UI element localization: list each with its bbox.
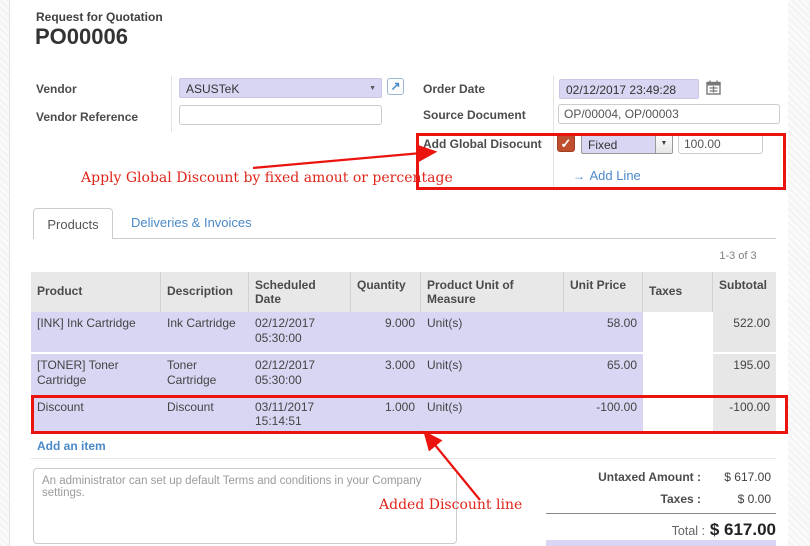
taxes-label: Taxes : <box>581 492 701 506</box>
cell-scheduled-date[interactable]: 02/12/2017 05:30:00 <box>249 354 351 396</box>
cell-unit-price[interactable]: 58.00 <box>564 312 643 352</box>
vendor-select[interactable]: ASUSTeK ▼ <box>179 78 382 98</box>
cell-product[interactable]: [TONER] Toner Cartridge <box>31 354 161 396</box>
cell-taxes[interactable] <box>643 354 713 396</box>
open-record-button[interactable]: ↗ <box>387 78 404 95</box>
cell-uom[interactable]: Unit(s) <box>421 398 564 431</box>
add-line-link[interactable]: → Add Line <box>573 167 641 185</box>
cell-description[interactable]: Discount <box>161 398 249 431</box>
tab-deliveries-invoices[interactable]: Deliveries & Invoices <box>131 215 252 230</box>
untaxed-amount-value: $ 617.00 <box>706 470 771 484</box>
tab-products-label: Products <box>47 217 98 232</box>
vendor-label: Vendor <box>36 82 77 96</box>
cell-scheduled-date[interactable]: 03/11/2017 15:14:51 <box>249 398 351 431</box>
cell-subtotal[interactable]: 195.00 <box>713 354 776 396</box>
cell-uom[interactable]: Unit(s) <box>421 312 564 352</box>
page-title: PO00006 <box>35 24 128 50</box>
col-scheduled-date[interactable]: Scheduled Date <box>249 272 351 312</box>
col-product[interactable]: Product <box>31 272 161 312</box>
document-type-label: Request for Quotation <box>36 10 163 24</box>
col-description[interactable]: Description <box>161 272 249 312</box>
col-unit-price[interactable]: Unit Price <box>564 272 643 312</box>
cell-taxes[interactable] <box>643 398 713 431</box>
table-row-discount[interactable]: Discount Discount 03/11/2017 15:14:51 1.… <box>31 398 776 431</box>
cutoff-highlight-strip <box>546 540 776 546</box>
table-row[interactable]: [INK] Ink Cartridge Ink Cartridge 02/12/… <box>31 312 776 352</box>
tab-bar-line <box>33 238 776 239</box>
col-uom[interactable]: Product Unit of Measure <box>421 272 564 312</box>
col-subtotal[interactable]: Subtotal <box>713 272 776 312</box>
global-discount-label: Add Global Disocunt <box>423 137 542 151</box>
calendar-icon[interactable] <box>706 80 721 100</box>
cell-product[interactable]: [INK] Ink Cartridge <box>31 312 161 352</box>
add-line-arrow-icon: → <box>573 169 585 183</box>
vendor-reference-label: Vendor Reference <box>36 110 138 124</box>
cell-subtotal[interactable]: -100.00 <box>713 398 776 431</box>
order-date-field[interactable]: 02/12/2017 23:49:28 <box>559 79 699 99</box>
source-document-label: Source Document <box>423 108 526 122</box>
add-line-label: Add Line <box>589 168 640 183</box>
cell-description[interactable]: Ink Cartridge <box>161 312 249 352</box>
discount-type-value: Fixed <box>588 138 617 152</box>
cell-subtotal[interactable]: 522.00 <box>713 312 776 352</box>
pager[interactable]: 1-3 of 3 <box>700 250 776 262</box>
annotation-text-discount-line: Added Discount line <box>379 497 522 513</box>
table-row[interactable]: [TONER] Toner Cartridge Toner Cartridge … <box>31 354 776 396</box>
table-body: [INK] Ink Cartridge Ink Cartridge 02/12/… <box>31 312 776 433</box>
cell-unit-price[interactable]: 65.00 <box>564 354 643 396</box>
cell-description[interactable]: Toner Cartridge <box>161 354 249 396</box>
global-discount-checkbox[interactable]: ✓ <box>557 134 575 152</box>
taxes-value: $ 0.00 <box>706 492 771 506</box>
col-taxes[interactable]: Taxes <box>643 272 713 312</box>
add-an-item-link[interactable]: Add an item <box>37 439 106 453</box>
cell-scheduled-date[interactable]: 02/12/2017 05:30:00 <box>249 312 351 352</box>
cell-quantity[interactable]: 1.000 <box>351 398 421 431</box>
terms-note-text: An administrator can set up default Term… <box>42 475 422 499</box>
list-bottom-border <box>31 458 776 459</box>
cell-product[interactable]: Discount <box>31 398 161 431</box>
cell-quantity[interactable]: 9.000 <box>351 312 421 352</box>
form-sheet: Request for Quotation PO00006 Vendor ASU… <box>9 0 788 546</box>
cell-taxes[interactable] <box>643 312 713 352</box>
cell-unit-price[interactable]: -100.00 <box>564 398 643 431</box>
order-date-value: 02/12/2017 23:49:28 <box>566 83 676 97</box>
vendor-reference-input[interactable] <box>179 105 382 125</box>
cell-uom[interactable]: Unit(s) <box>421 354 564 396</box>
total-separator-line <box>546 513 776 514</box>
left-group-separator <box>171 76 172 132</box>
tab-products[interactable]: Products <box>33 208 113 239</box>
untaxed-amount-label: Untaxed Amount : <box>581 470 701 484</box>
total-value: $ 617.00 <box>650 520 776 540</box>
check-icon: ✓ <box>561 136 572 151</box>
select-caret-icon: ▼ <box>655 135 672 153</box>
table-header: Product Description Scheduled Date Quant… <box>31 272 776 312</box>
discount-type-select[interactable]: Fixed ▼ <box>581 134 673 154</box>
col-quantity[interactable]: Quantity <box>351 272 421 312</box>
annotation-text-global-discount: Apply Global Discount by fixed amout or … <box>81 170 453 186</box>
right-group-separator <box>553 76 554 190</box>
source-document-input[interactable] <box>558 104 780 124</box>
cell-quantity[interactable]: 3.000 <box>351 354 421 396</box>
vendor-value: ASUSTeK <box>186 82 239 96</box>
discount-amount-input[interactable] <box>678 134 763 154</box>
order-date-label: Order Date <box>423 82 485 96</box>
chevron-down-icon: ▼ <box>369 85 376 92</box>
external-link-icon: ↗ <box>390 79 400 93</box>
